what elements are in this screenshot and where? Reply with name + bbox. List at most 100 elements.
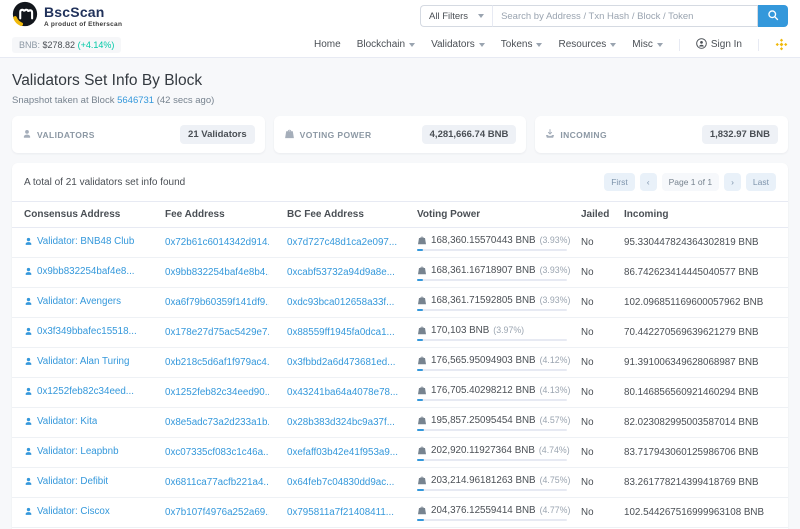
fee-address-link[interactable]: 0x9bb832254baf4e8b4... [165, 267, 269, 278]
voting-power-bar [417, 518, 567, 521]
search-input[interactable] [492, 5, 758, 27]
fee-address-link[interactable]: 0x1252feb82c34eed90... [165, 387, 269, 398]
fee-address-link[interactable]: 0x72b61c6014342d914... [165, 237, 269, 248]
pagination-page-indicator: Page 1 of 1 [661, 173, 720, 191]
voting-power-value: 203,214.96181263 BNB [431, 474, 536, 486]
bc-fee-address-link[interactable]: 0x43241ba64a4078e78... [287, 387, 398, 398]
bc-fee-address-link[interactable]: 0x64feb7c04830dd9ac... [287, 477, 394, 488]
bc-fee-address-link[interactable]: 0x28b383d324bc9a37f... [287, 417, 395, 428]
voting-power-percent: (3.97%) [493, 325, 525, 335]
incoming-value: 86.742623414445040577 BNB [616, 257, 788, 288]
bc-fee-address-link[interactable]: 0xcabf53732a94d9a8e... [287, 267, 395, 278]
nav-bar: BNB: $278.82 (+4.14%) Home Blockchain Va… [0, 32, 800, 58]
fee-address-link[interactable]: 0xc07335cf083c1c46a... [165, 447, 269, 458]
search-bar: All Filters [420, 5, 788, 27]
consensus-address-link[interactable]: Validator: BNB48 Club [24, 236, 134, 247]
nav-home[interactable]: Home [314, 39, 341, 50]
consensus-address-link[interactable]: Validator: Ciscox [24, 506, 110, 517]
bc-fee-address-link[interactable]: 0x7d727c48d1ca2e097... [287, 237, 397, 248]
consensus-address-link[interactable]: Validator: Kita [24, 416, 97, 427]
voting-power-bar [417, 338, 567, 341]
fee-address-link[interactable]: 0xa6f79b60359f141df9... [165, 297, 269, 308]
consensus-address-link[interactable]: Validator: Defibit [24, 476, 108, 487]
nav-blockchain-label: Blockchain [356, 39, 406, 50]
table-row: Validator: Avengers 0xa6f79b60359f141df9… [12, 287, 788, 318]
sign-in-button[interactable]: Sign In [696, 37, 742, 52]
search-icon [767, 9, 779, 24]
user-icon [24, 327, 33, 336]
bc-fee-address-link[interactable]: 0x795811a7f21408411... [287, 507, 394, 518]
pagination-prev-button[interactable]: ‹ [639, 173, 657, 191]
nav-validators[interactable]: Validators [431, 39, 485, 50]
nav-home-label: Home [314, 39, 341, 50]
incoming-value: 91.391006349628068987 BNB [616, 347, 788, 378]
user-icon [24, 297, 33, 306]
all-filters-dropdown[interactable]: All Filters [420, 5, 493, 27]
validators-table-card: A total of 21 validators set info found … [12, 163, 788, 529]
voting-power-percent: (4.75%) [539, 475, 571, 485]
table-row: 0x1252feb82c34eed... 0x1252feb82c34eed90… [12, 377, 788, 408]
consensus-address-link[interactable]: Validator: Leapbnb [24, 446, 119, 457]
nav-tokens[interactable]: Tokens [501, 39, 543, 50]
nav-validators-label: Validators [431, 39, 475, 50]
fee-address-link[interactable]: 0x178e27d75ac5429e7... [165, 327, 269, 338]
nav-blockchain[interactable]: Blockchain [356, 39, 416, 50]
bc-fee-address-link[interactable]: 0xdc93bca012658a33f... [287, 297, 394, 308]
fee-address-link[interactable]: 0xb218c5d6af1f979ac4... [165, 357, 269, 368]
consensus-address-link[interactable]: 0x3f349bbafec15518... [24, 326, 137, 337]
bc-fee-address-link[interactable]: 0x3fbbd2a6d473681ed... [287, 357, 395, 368]
user-icon [24, 267, 33, 276]
consensus-address-label: Validator: Alan Turing [37, 356, 130, 367]
weight-scale-icon [417, 476, 427, 485]
search-button[interactable] [758, 5, 788, 27]
jailed-value: No [573, 227, 616, 258]
stats-row: VALIDATORS 21 Validators VOTING POWER 4,… [12, 116, 789, 153]
voting-power-card-label: VOTING POWER [299, 129, 372, 140]
voting-power-badge: 4,281,666.74 BNB [421, 125, 517, 144]
nav-misc-label: Misc [632, 39, 653, 50]
sign-in-label: Sign In [710, 39, 742, 50]
voting-power-value: 195,857.25095454 BNB [431, 414, 536, 426]
bc-fee-address-link[interactable]: 0xefaff03b42e41f953a9... [287, 447, 398, 458]
fee-address-link[interactable]: 0x8e5adc73a2d233a1b... [165, 417, 269, 428]
bnb-price-pill: BNB: $278.82 (+4.14%) [12, 36, 122, 53]
nav-misc[interactable]: Misc [632, 39, 663, 50]
bscscan-logo-icon [12, 1, 38, 32]
consensus-address-link[interactable]: Validator: Avengers [24, 296, 121, 307]
consensus-address-link[interactable]: 0x1252feb82c34eed... [24, 386, 134, 397]
voting-power-percent: (3.93%) [539, 265, 571, 275]
bscscan-logo[interactable]: BscScan A product of Etherscan [12, 1, 122, 32]
voting-power-percent: (4.13%) [539, 385, 571, 395]
snapshot-age: (42 secs ago) [156, 95, 215, 106]
jailed-value: No [573, 377, 616, 408]
table-row: Validator: Alan Turing 0xb218c5d6af1f979… [12, 347, 788, 378]
validators-count-badge: 21 Validators [180, 125, 255, 144]
incoming-badge: 1,832.97 BNB [701, 125, 779, 144]
column-header-bc-fee-address: BC Fee Address [275, 201, 405, 228]
pagination-last-button[interactable]: Last [745, 173, 776, 191]
all-filters-label: All Filters [429, 10, 469, 22]
binance-chain-icon[interactable] [775, 38, 788, 51]
consensus-address-link[interactable]: 0x9bb832254baf4e8... [24, 266, 135, 277]
consensus-address-label: Validator: Kita [37, 416, 98, 427]
weight-scale-icon [417, 266, 427, 275]
fee-address-link[interactable]: 0x7b107f4976a252a69... [165, 507, 269, 518]
table-row: 0x3f349bbafec15518... 0x178e27d75ac5429e… [12, 317, 788, 348]
consensus-address-link[interactable]: Validator: Alan Turing [24, 356, 129, 367]
column-header-consensus-address: Consensus Address [12, 201, 153, 228]
fee-address-link[interactable]: 0x6811ca77acfb221a4... [165, 477, 269, 488]
consensus-address-label: Validator: Avengers [37, 296, 122, 307]
incoming-value: 102.096851169600057962 BNB [616, 287, 788, 318]
snapshot-block-link[interactable]: 5646731 [117, 95, 154, 106]
table-row: Validator: Ciscox 0x7b107f4976a252a69...… [12, 497, 788, 528]
chevron-down-icon [656, 42, 663, 47]
voting-power-bar [417, 278, 567, 281]
nav-resources-label: Resources [558, 39, 607, 50]
table-row: Validator: Leapbnb 0xc07335cf083c1c46a..… [12, 437, 788, 468]
bc-fee-address-link[interactable]: 0x88559ff1945fa0dca1... [287, 327, 395, 338]
pagination-first-button[interactable]: First [604, 173, 635, 191]
consensus-address-label: Validator: Ciscox [37, 506, 110, 517]
pagination-next-button[interactable]: › [724, 173, 741, 191]
user-icon [24, 477, 33, 486]
nav-resources[interactable]: Resources [558, 39, 617, 50]
